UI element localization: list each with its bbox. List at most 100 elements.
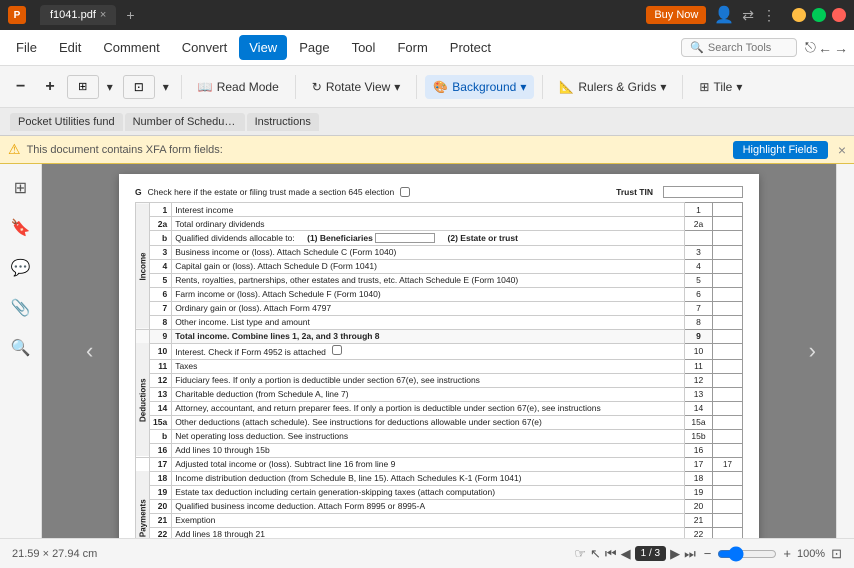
input-12[interactable] bbox=[713, 373, 743, 387]
menu-protect[interactable]: Protect bbox=[440, 35, 501, 60]
fit-page-btn[interactable]: ⊡ bbox=[831, 546, 842, 562]
prev-page-arrow[interactable]: ‹ bbox=[86, 338, 93, 364]
trust-tin-input[interactable] bbox=[663, 186, 743, 198]
input-9[interactable] bbox=[713, 329, 743, 343]
table-row: 4 Capital gain or (loss). Attach Schedul… bbox=[136, 259, 743, 273]
input-7[interactable] bbox=[713, 301, 743, 315]
selection-tool[interactable]: ⊡ bbox=[123, 75, 155, 99]
menu-comment[interactable]: Comment bbox=[93, 35, 169, 60]
cursor-tool-btn[interactable]: ↖ bbox=[590, 546, 601, 562]
sep1 bbox=[181, 75, 182, 99]
zoom-out-btn[interactable]: − bbox=[8, 73, 33, 101]
rotate-view-btn[interactable]: ↻ Rotate View ▾ bbox=[304, 75, 409, 99]
input-15b[interactable] bbox=[713, 429, 743, 443]
input-6[interactable] bbox=[713, 287, 743, 301]
xfa-notification-bar: ⚠ This document contains XFA form fields… bbox=[0, 136, 854, 164]
account-icon[interactable]: 👤 bbox=[714, 5, 734, 25]
menu-edit[interactable]: Edit bbox=[49, 35, 91, 60]
rulers-btn[interactable]: 📐 Rulers & Grids ▾ bbox=[551, 75, 674, 99]
view-mode-dropdown[interactable]: ▾ bbox=[103, 78, 117, 96]
input-20[interactable] bbox=[713, 499, 743, 513]
input-5[interactable] bbox=[713, 273, 743, 287]
highlight-fields-button[interactable]: Highlight Fields bbox=[733, 141, 828, 159]
menu-form[interactable]: Form bbox=[387, 35, 437, 60]
hand-tool-btn[interactable]: ☞ bbox=[574, 546, 586, 562]
input-16[interactable] bbox=[713, 443, 743, 457]
status-bar: 21.59 × 27.94 cm ☞ ↖ ⏮ ◀ 1 / 3 ▶ ⏭ − + 1… bbox=[0, 538, 854, 568]
background-btn[interactable]: 🎨 Background ▾ bbox=[425, 75, 534, 99]
sync-icon[interactable]: ⇄ bbox=[742, 7, 754, 24]
input-4[interactable] bbox=[713, 259, 743, 273]
row-label-11: Taxes bbox=[172, 359, 685, 373]
table-row: 9 Total income. Combine lines 1, 2a, and… bbox=[136, 329, 743, 343]
close-button[interactable] bbox=[832, 8, 846, 22]
page-size-label: 21.59 × 27.94 cm bbox=[12, 548, 566, 560]
menu-convert[interactable]: Convert bbox=[172, 35, 238, 60]
input-14[interactable] bbox=[713, 401, 743, 415]
input-10[interactable] bbox=[713, 343, 743, 359]
input-11[interactable] bbox=[713, 359, 743, 373]
rulers-icon: 📐 bbox=[559, 80, 574, 94]
input-1[interactable] bbox=[713, 203, 743, 217]
menu-tool[interactable]: Tool bbox=[342, 35, 386, 60]
attachment-btn[interactable]: 📎 bbox=[5, 292, 37, 324]
zoom-in-btn[interactable]: + bbox=[37, 73, 62, 101]
zoom-out-status-btn[interactable]: − bbox=[704, 546, 712, 561]
input-15a[interactable] bbox=[713, 415, 743, 429]
maximize-button[interactable] bbox=[812, 8, 826, 22]
input-21[interactable] bbox=[713, 513, 743, 527]
table-row: 15a Other deductions (attach schedule). … bbox=[136, 415, 743, 429]
table-row: Tax and Payments 18 Income distribution … bbox=[136, 471, 743, 485]
beneficiaries-input[interactable] bbox=[375, 233, 435, 243]
minimize-button[interactable] bbox=[792, 8, 806, 22]
input-2a[interactable] bbox=[713, 217, 743, 231]
input-13[interactable] bbox=[713, 387, 743, 401]
zoom-slider[interactable] bbox=[717, 546, 777, 562]
next-page-arrow[interactable]: › bbox=[809, 338, 816, 364]
menu-dots-icon[interactable]: ⋮ bbox=[762, 7, 776, 24]
prev-page-btn[interactable]: ◀ bbox=[621, 546, 631, 562]
menu-file[interactable]: File bbox=[6, 35, 47, 60]
zoom-in-status-btn[interactable]: + bbox=[783, 546, 791, 561]
view-mode-selector[interactable]: ⊞ bbox=[67, 75, 99, 99]
buy-now-button[interactable]: Buy Now bbox=[646, 6, 706, 24]
annotation-btn[interactable]: 💬 bbox=[5, 252, 37, 284]
add-tab-btn[interactable]: + bbox=[126, 7, 134, 23]
bookmark-btn[interactable]: 🔖 bbox=[5, 212, 37, 244]
input-8[interactable] bbox=[713, 315, 743, 329]
tab-1[interactable]: Number of Schedules K-1 ... bbox=[125, 113, 245, 131]
nav-back-icon[interactable]: ← bbox=[818, 40, 832, 56]
input-17[interactable]: 17 bbox=[713, 457, 743, 471]
table-row: 2a Total ordinary dividends 2a bbox=[136, 217, 743, 231]
form4952-checkbox[interactable] bbox=[332, 345, 342, 355]
menu-page[interactable]: Page bbox=[289, 35, 339, 60]
section-645-checkbox[interactable] bbox=[400, 187, 410, 197]
title-tab[interactable]: f1041.pdf × bbox=[40, 5, 116, 25]
input-2b[interactable] bbox=[713, 231, 743, 246]
search-input[interactable] bbox=[708, 42, 788, 54]
first-page-btn[interactable]: ⏮ bbox=[605, 546, 617, 562]
selection-dropdown[interactable]: ▾ bbox=[159, 78, 173, 96]
input-3[interactable] bbox=[713, 245, 743, 259]
table-row: 17 Adjusted total income or (loss). Subt… bbox=[136, 457, 743, 471]
external-link-icon[interactable]: ⎋ bbox=[805, 39, 816, 56]
xfa-close-button[interactable]: × bbox=[838, 142, 846, 158]
tab-0[interactable]: Pocket Utilities fund bbox=[10, 113, 123, 131]
input-19[interactable] bbox=[713, 485, 743, 499]
nav-forward-icon[interactable]: → bbox=[834, 40, 848, 56]
input-22[interactable] bbox=[713, 527, 743, 538]
read-mode-btn[interactable]: 📖 Read Mode bbox=[190, 75, 287, 99]
search-panel-btn[interactable]: 🔍 bbox=[5, 332, 37, 364]
check-row: G Check here if the estate or filing tru… bbox=[135, 186, 743, 198]
menu-view[interactable]: View bbox=[239, 35, 287, 60]
row-label-12: Fiduciary fees. If only a portion is ded… bbox=[172, 373, 685, 387]
thumb-view-btn[interactable]: ⊞ bbox=[5, 172, 37, 204]
tab-2[interactable]: Instructions bbox=[247, 113, 319, 131]
table-row: 19 Estate tax deduction including certai… bbox=[136, 485, 743, 499]
input-18[interactable] bbox=[713, 471, 743, 485]
close-tab-btn[interactable]: × bbox=[100, 9, 106, 21]
tile-btn[interactable]: ⊞ Tile ▾ bbox=[691, 75, 750, 99]
row-label-17: Adjusted total income or (loss). Subtrac… bbox=[172, 457, 685, 471]
next-page-btn[interactable]: ▶ bbox=[670, 546, 680, 562]
last-page-btn[interactable]: ⏭ bbox=[684, 546, 696, 562]
